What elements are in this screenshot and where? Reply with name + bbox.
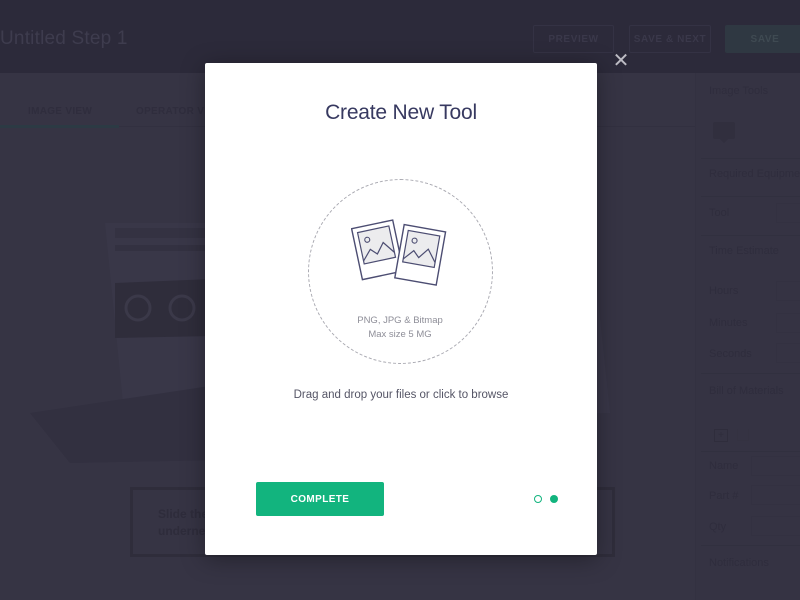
pagination-dot-1[interactable] xyxy=(534,495,542,503)
save-and-next-button[interactable]: SAVE & NEXT xyxy=(629,25,711,53)
complete-button[interactable]: COMPLETE xyxy=(256,482,384,516)
time-estimate-heading: Time Estimate xyxy=(709,245,779,257)
tool-label: Tool xyxy=(709,207,730,219)
qty-input[interactable] xyxy=(751,516,800,536)
seconds-input[interactable] xyxy=(776,343,800,363)
divider xyxy=(701,451,800,452)
annotation-icon[interactable] xyxy=(713,122,735,143)
bill-of-materials-heading: Bill of Materials xyxy=(709,385,784,397)
max-file-size: Max size 5 MG xyxy=(368,329,432,340)
qty-label: Qty xyxy=(709,521,727,533)
part-input[interactable] xyxy=(751,485,800,505)
active-tab-indicator xyxy=(0,125,119,128)
divider xyxy=(701,196,800,197)
name-label: Name xyxy=(709,460,739,472)
save-button[interactable]: SAVE xyxy=(725,25,800,53)
close-icon[interactable]: ✕ xyxy=(612,51,630,71)
divider xyxy=(701,235,800,236)
tool-input[interactable] xyxy=(776,203,800,223)
step-title: Untitled Step 1 xyxy=(0,28,128,49)
required-equipment-heading: Required Equipment xyxy=(709,168,800,180)
photos-icon xyxy=(351,219,447,286)
file-dropzone[interactable]: PNG, JPG & Bitmap Max size 5 MG xyxy=(308,179,493,364)
trash-icon[interactable] xyxy=(737,429,749,441)
add-item-icon[interactable]: + xyxy=(714,429,728,442)
name-input[interactable] xyxy=(751,456,800,476)
seconds-label: Seconds xyxy=(709,348,752,360)
drop-hint: Drag and drop your files or click to bro… xyxy=(293,389,509,401)
tab-image-view[interactable]: IMAGE VIEW xyxy=(28,106,92,117)
notifications-heading: Notifications xyxy=(709,557,769,569)
preview-button[interactable]: PREVIEW xyxy=(533,25,614,53)
divider xyxy=(701,373,800,374)
divider xyxy=(701,545,800,546)
create-tool-modal: Create New Tool PNG, JPG & Bitmap Max si… xyxy=(205,63,597,555)
modal-title: Create New Tool xyxy=(325,101,477,124)
hours-input[interactable] xyxy=(776,281,800,301)
minutes-input[interactable] xyxy=(776,313,800,333)
part-label: Part # xyxy=(709,490,739,502)
hours-label: Hours xyxy=(709,285,739,297)
note-line-2: underne xyxy=(158,524,206,538)
divider xyxy=(701,158,800,159)
note-line-1: Slide the xyxy=(158,507,209,521)
properties-sidebar: Image Tools Required Equipment Tool Time… xyxy=(695,73,800,600)
minutes-label: Minutes xyxy=(709,317,748,329)
pagination-dot-2-active[interactable] xyxy=(550,495,558,503)
supported-formats: PNG, JPG & Bitmap xyxy=(357,315,443,326)
image-tools-heading: Image Tools xyxy=(709,85,769,97)
